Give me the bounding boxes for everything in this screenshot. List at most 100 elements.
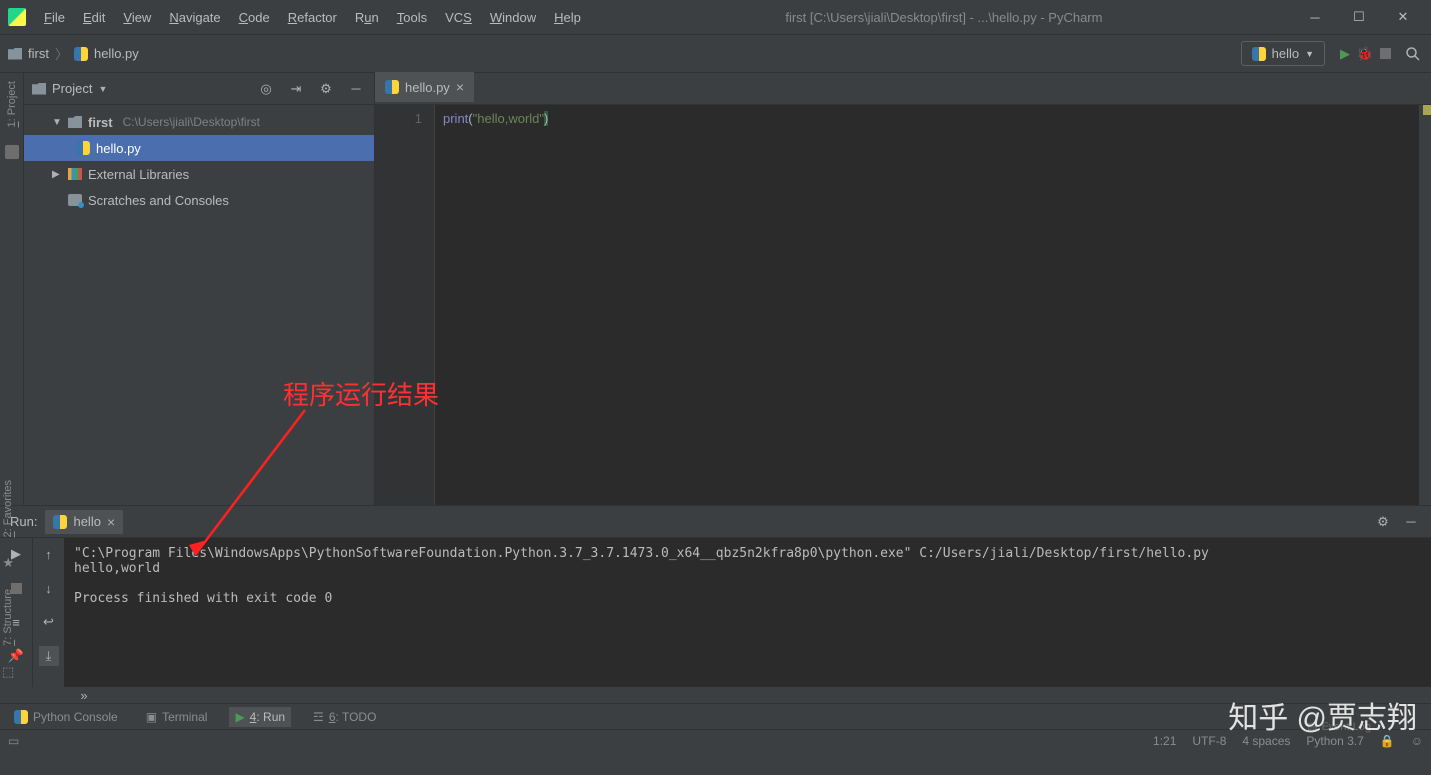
menu-code[interactable]: Code xyxy=(231,6,278,29)
run-tab[interactable]: hello × xyxy=(45,510,123,534)
structure-icon[interactable]: ⬚ xyxy=(2,664,14,680)
scroll-end-button[interactable]: ⤓ xyxy=(39,646,59,666)
run-config-name: hello xyxy=(1272,46,1299,61)
up-button[interactable]: ↑ xyxy=(39,544,59,564)
chevron-down-icon[interactable]: ▼ xyxy=(98,84,107,94)
run-more-row: » xyxy=(0,687,1431,703)
editor-scrollbar[interactable] xyxy=(1419,105,1431,505)
folder-icon xyxy=(8,48,22,60)
minimize-run-icon[interactable]: ─ xyxy=(1401,512,1421,532)
tree-file-hello[interactable]: hello.py xyxy=(24,135,374,161)
lock-icon[interactable]: 🔒 xyxy=(1380,734,1395,748)
todo-icon: ☲ xyxy=(313,710,324,724)
terminal-icon: ▣ xyxy=(146,710,157,724)
run-panel-header: Run: hello × ⚙ ─ xyxy=(0,506,1431,538)
btab-terminal[interactable]: ▣ Terminal xyxy=(140,707,214,727)
close-button[interactable]: ✕ xyxy=(1387,5,1419,29)
tree-scratches[interactable]: Scratches and Consoles xyxy=(24,187,374,213)
close-tab-icon[interactable]: × xyxy=(456,79,464,95)
status-icon[interactable]: ▭ xyxy=(8,734,19,748)
scratches-icon xyxy=(68,194,82,206)
run-config-selector[interactable]: hello ▼ xyxy=(1241,41,1325,66)
class-icon[interactable] xyxy=(5,145,19,159)
left-tab-structure[interactable]: 7: Structure xyxy=(2,589,14,646)
debug-button[interactable]: 🐞 xyxy=(1355,44,1375,64)
project-panel: Project ▼ ◎ ⇥ ⚙ ─ ▼ first C:\Users\jiali… xyxy=(24,73,375,505)
python-icon xyxy=(14,710,28,724)
maximize-button[interactable]: ☐ xyxy=(1343,5,1375,29)
editor: hello.py × 1 print("hello,world") xyxy=(375,73,1431,505)
status-encoding[interactable]: UTF-8 xyxy=(1192,734,1226,748)
tab-hello[interactable]: hello.py × xyxy=(375,72,474,104)
python-icon xyxy=(53,515,67,529)
run-toolbar-nav: ↑ ↓ ↩ ⤓ xyxy=(32,538,64,687)
menu-navigate[interactable]: Navigate xyxy=(161,6,228,29)
more-button[interactable]: » xyxy=(74,685,94,705)
line-gutter: 1 xyxy=(375,105,435,505)
menu-refactor[interactable]: Refactor xyxy=(280,6,345,29)
status-python[interactable]: Python 3.7 xyxy=(1306,734,1363,748)
gear-icon[interactable]: ⚙ xyxy=(316,79,336,99)
stop-button[interactable] xyxy=(1375,44,1395,64)
tree-root-name: first xyxy=(88,115,113,130)
wrap-button[interactable]: ↩ xyxy=(39,612,59,632)
btab-run[interactable]: ▶ 4: Run xyxy=(229,707,291,727)
left-tab-project[interactable]: 1: Project xyxy=(6,81,18,127)
breadcrumb: first 〉 hello.py xyxy=(8,44,139,63)
event-log-tab[interactable]: ▤ Event Log xyxy=(1307,720,1371,733)
minimize-panel-icon[interactable]: ─ xyxy=(346,79,366,99)
breadcrumb-file[interactable]: hello.py xyxy=(94,46,139,61)
run-button[interactable]: ▶ xyxy=(1335,44,1355,64)
run-panel: Run: hello × ⚙ ─ ▶ ≡ 📌 ↑ ↓ ↩ ⤓ "C:\Progr… xyxy=(0,505,1431,703)
left-tab-favorites[interactable]: 2: Favorites xyxy=(2,480,14,537)
project-panel-title[interactable]: Project xyxy=(52,81,92,96)
tree-external-libs[interactable]: ▶ External Libraries xyxy=(24,161,374,187)
star-icon[interactable]: ★ xyxy=(2,555,14,571)
folder-icon xyxy=(68,116,82,128)
left-tool-strip: 1: Project xyxy=(0,73,24,505)
gear-icon[interactable]: ⚙ xyxy=(1373,512,1393,532)
status-indent[interactable]: 4 spaces xyxy=(1242,734,1290,748)
minimize-button[interactable]: ─ xyxy=(1299,5,1331,29)
warning-marker[interactable] xyxy=(1423,105,1431,115)
title-bar: File Edit View Navigate Code Refactor Ru… xyxy=(0,0,1431,35)
tree-root[interactable]: ▼ first C:\Users\jiali\Desktop\first xyxy=(24,109,374,135)
menu-run[interactable]: Run xyxy=(347,6,387,29)
menu-window[interactable]: Window xyxy=(482,6,544,29)
breadcrumb-sep: 〉 xyxy=(55,44,68,63)
expand-icon[interactable]: ▼ xyxy=(52,117,62,128)
inspector-icon[interactable]: ☺ xyxy=(1411,734,1423,748)
main-area: 1: Project Project ▼ ◎ ⇥ ⚙ ─ ▼ first C:\… xyxy=(0,73,1431,505)
main-menu: File Edit View Navigate Code Refactor Ru… xyxy=(36,6,589,29)
menu-tools[interactable]: Tools xyxy=(389,6,435,29)
menu-view[interactable]: View xyxy=(115,6,159,29)
down-button[interactable]: ↓ xyxy=(39,578,59,598)
close-run-tab-icon[interactable]: × xyxy=(107,514,115,530)
locate-icon[interactable]: ◎ xyxy=(256,79,276,99)
status-caret-pos[interactable]: 1:21 xyxy=(1153,734,1176,748)
btab-python-console[interactable]: Python Console xyxy=(8,707,124,727)
btab-todo[interactable]: ☲ 6: TODO xyxy=(307,707,382,727)
run-body: ▶ ≡ 📌 ↑ ↓ ↩ ⤓ "C:\Program Files\WindowsA… xyxy=(0,538,1431,687)
folder-icon xyxy=(32,83,46,95)
code-area[interactable]: 1 print("hello,world") xyxy=(375,105,1431,505)
search-everywhere-button[interactable] xyxy=(1403,44,1423,64)
console-output[interactable]: "C:\Program Files\WindowsApps\PythonSoft… xyxy=(64,538,1431,687)
tab-label: hello.py xyxy=(405,80,450,95)
tree-file-name: hello.py xyxy=(96,141,141,156)
menu-file[interactable]: File xyxy=(36,6,73,29)
pycharm-icon xyxy=(8,8,26,26)
breadcrumb-project[interactable]: first xyxy=(28,46,49,61)
menu-vcs[interactable]: VCS xyxy=(437,6,480,29)
window-title: first [C:\Users\jiali\Desktop\first] - .… xyxy=(589,10,1299,25)
project-tree: ▼ first C:\Users\jiali\Desktop\first hel… xyxy=(24,105,374,217)
collapse-icon[interactable]: ⇥ xyxy=(286,79,306,99)
menu-edit[interactable]: Edit xyxy=(75,6,113,29)
tree-scratches-label: Scratches and Consoles xyxy=(88,193,229,208)
bottom-tool-tabs: Python Console ▣ Terminal ▶ 4: Run ☲ 6: … xyxy=(0,703,1431,729)
expand-icon[interactable]: ▶ xyxy=(52,169,62,180)
code-content[interactable]: print("hello,world") xyxy=(435,105,1419,505)
tree-root-path: C:\Users\jiali\Desktop\first xyxy=(123,115,260,129)
menu-help[interactable]: Help xyxy=(546,6,589,29)
python-icon xyxy=(76,141,90,155)
